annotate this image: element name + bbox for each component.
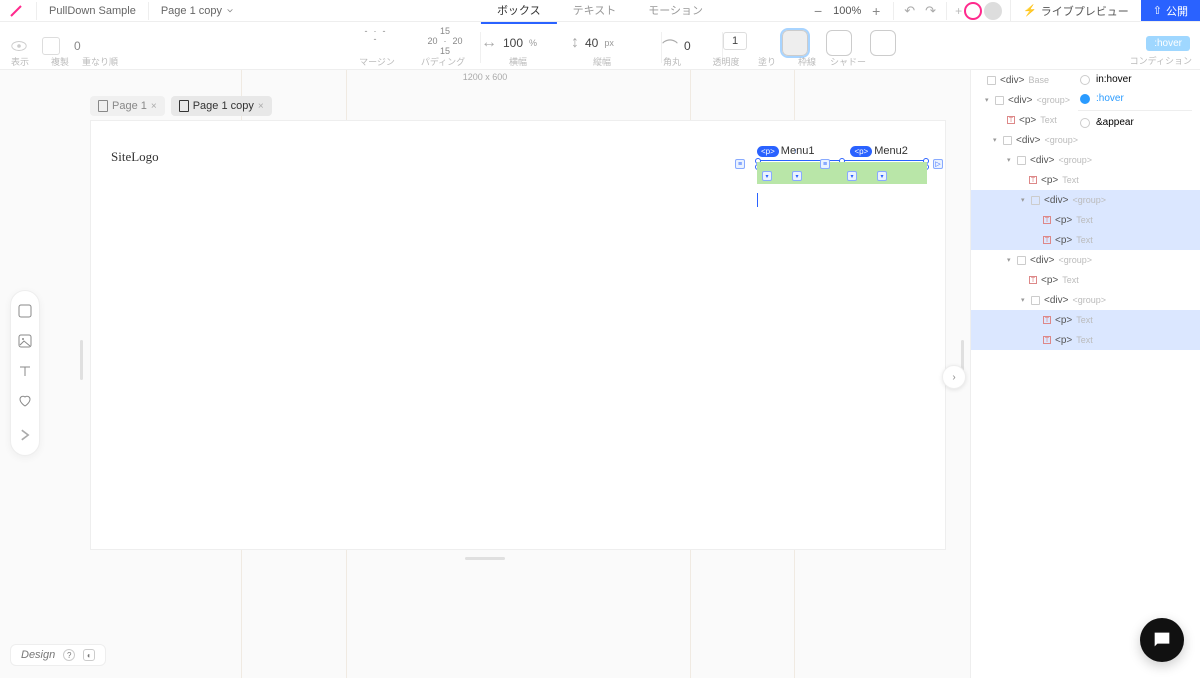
height-value[interactable]: 40: [585, 36, 598, 50]
page-selector[interactable]: Page 1 copy: [161, 5, 234, 17]
resize-handle[interactable]: ▾: [877, 171, 887, 181]
hover-highlight: [757, 162, 927, 184]
border-swatch[interactable]: [826, 30, 852, 56]
site-logo-text[interactable]: SiteLogo: [111, 149, 159, 165]
bolt-icon: ⚡: [1023, 4, 1037, 17]
page-tab-2[interactable]: Page 1 copy ×: [171, 96, 272, 116]
left-drag-handle[interactable]: [80, 340, 83, 380]
tab-box[interactable]: ボックス: [481, 0, 557, 24]
element-tag-chip: <p>: [850, 146, 872, 157]
canvas[interactable]: 1200 x 600 Page 1 × Page 1 copy × SiteLo…: [0, 70, 970, 678]
page-selector-label: Page 1 copy: [161, 5, 222, 17]
menu1-text[interactable]: Menu1: [781, 145, 815, 157]
page-frame[interactable]: SiteLogo ≡ ▷ ≡ ▾ ▾ ▾ ▾ <p> Menu1 <p> Men…: [90, 120, 946, 550]
expand-right-panel-button[interactable]: ›: [942, 365, 966, 389]
select-handle-left[interactable]: ≡: [735, 159, 745, 169]
text-tool[interactable]: [17, 363, 33, 379]
help-icon[interactable]: ?: [63, 649, 75, 661]
heart-tool[interactable]: [17, 393, 33, 409]
tree-row[interactable]: ▾<div><group>: [971, 190, 1200, 210]
tree-row[interactable]: ▾<div><group>: [971, 250, 1200, 270]
element-tag-chip: <p>: [757, 146, 779, 157]
select-handle-right[interactable]: ▷: [933, 159, 943, 169]
resize-handle[interactable]: ▾: [792, 171, 802, 181]
tree-row[interactable]: T<p>Text: [971, 170, 1200, 190]
width-value[interactable]: 100: [503, 36, 523, 50]
current-user-avatar[interactable]: [964, 2, 982, 20]
bottom-drag-handle[interactable]: [465, 557, 505, 560]
page-tab-1[interactable]: Page 1 ×: [90, 96, 165, 116]
zoom-in-button[interactable]: +: [869, 3, 883, 19]
redo-button[interactable]: ↷: [925, 3, 936, 19]
image-tool[interactable]: [17, 333, 33, 349]
close-icon[interactable]: ×: [258, 101, 264, 112]
property-bar: 0 -·- - 15 20·20 15 ↔ 100 % ↕ 40 px ⌒ 0: [0, 22, 1200, 70]
tree-row[interactable]: T<p>Text: [971, 210, 1200, 230]
radius-value[interactable]: 0: [684, 39, 691, 53]
left-toolbar: [10, 290, 40, 456]
mode-bar[interactable]: Design ? ◐: [10, 644, 106, 666]
opacity-input[interactable]: [723, 32, 747, 50]
undo-button[interactable]: ↶: [904, 3, 915, 19]
layer-tree: <div>Base ▾<div><group> T<p>Text ▾<div><…: [970, 70, 1200, 678]
upload-icon: ⇧: [1153, 4, 1162, 17]
canvas-size-label: 1200 x 600: [463, 72, 508, 82]
menu2-text[interactable]: Menu2: [874, 145, 908, 157]
tree-row[interactable]: T<p>Text: [971, 230, 1200, 250]
publish-button[interactable]: ⇧ 公開: [1141, 0, 1200, 21]
state-appear[interactable]: &appear: [1070, 113, 1200, 132]
settings-icon[interactable]: ◐: [83, 649, 95, 661]
brand-icon[interactable]: [8, 3, 24, 19]
rect-tool[interactable]: [17, 303, 33, 319]
shadow-swatch[interactable]: [870, 30, 896, 56]
height-icon: ↕: [571, 34, 579, 52]
resize-handle[interactable]: ▾: [762, 171, 772, 181]
resize-handle[interactable]: ▾: [847, 171, 857, 181]
top-bar: PullDown Sample Page 1 copy ボックス テキスト モー…: [0, 0, 1200, 22]
select-handle-mid[interactable]: ≡: [820, 159, 830, 169]
fill-swatch[interactable]: [782, 30, 808, 56]
zoom-value: 100%: [833, 5, 861, 17]
state-inhover[interactable]: in:hover: [1070, 70, 1200, 89]
condition-label: コンディション: [1130, 54, 1192, 67]
duplicate-button[interactable]: [42, 37, 60, 55]
state-list: in:hover :hover &appear: [1070, 70, 1200, 132]
visibility-toggle[interactable]: [10, 37, 28, 55]
user-avatar[interactable]: [984, 2, 1002, 20]
tab-motion[interactable]: モーション: [632, 0, 719, 24]
add-collaborator-button[interactable]: +: [955, 4, 962, 18]
page-icon: [179, 100, 189, 112]
close-icon[interactable]: ×: [151, 101, 157, 112]
zoom-out-button[interactable]: −: [811, 3, 825, 19]
live-preview-button[interactable]: ⚡ ライブプレビュー: [1010, 0, 1141, 21]
text-caret: [757, 193, 758, 207]
tree-row[interactable]: ▾<div><group>: [971, 150, 1200, 170]
state-hover[interactable]: :hover: [1070, 89, 1200, 108]
tree-row[interactable]: T<p>Text: [971, 330, 1200, 350]
state-chip-hover[interactable]: :hover: [1146, 36, 1190, 51]
chevron-down-icon: [226, 7, 234, 15]
tree-row[interactable]: ▾<div><group>: [971, 130, 1200, 150]
radius-icon: ⌒: [662, 34, 678, 58]
expand-tools[interactable]: [17, 427, 33, 443]
page-icon: [98, 100, 108, 112]
project-name[interactable]: PullDown Sample: [49, 5, 136, 17]
order-value[interactable]: 0: [74, 39, 81, 53]
width-icon: ↔: [481, 34, 497, 52]
tree-row[interactable]: ▾<div><group>: [971, 290, 1200, 310]
tab-text[interactable]: テキスト: [557, 0, 633, 24]
tree-row[interactable]: T<p>Text: [971, 310, 1200, 330]
chat-launcher[interactable]: [1140, 618, 1184, 662]
tree-row[interactable]: T<p>Text: [971, 270, 1200, 290]
